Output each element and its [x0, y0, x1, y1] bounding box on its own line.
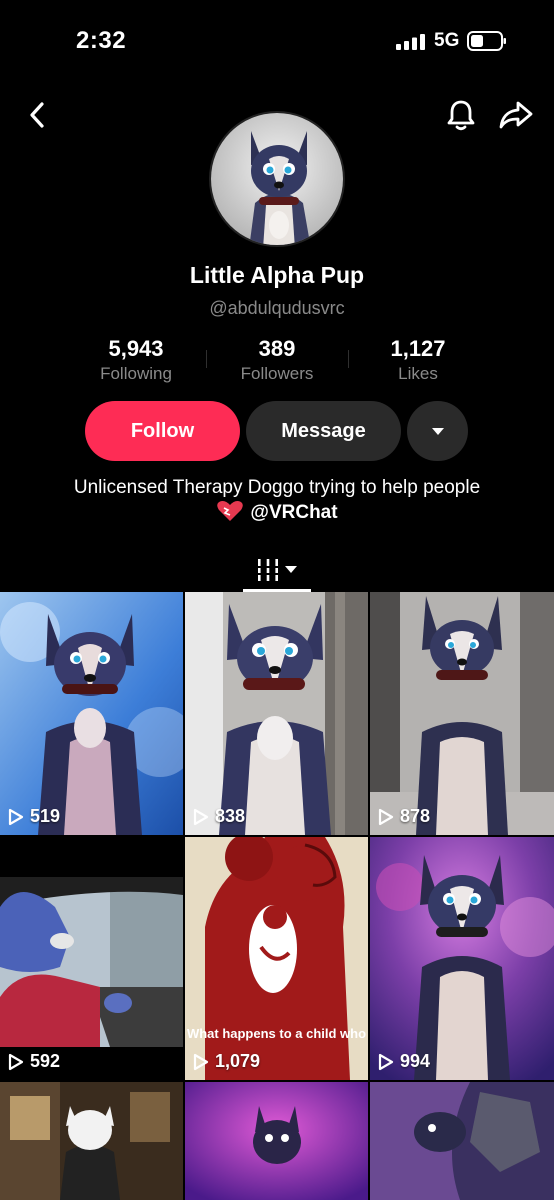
video-preview-image: [370, 1082, 554, 1200]
video-preview-image: [0, 837, 183, 1080]
video-preview-image: [370, 592, 554, 835]
profile-name: Little Alpha Pup: [189, 262, 365, 288]
back-button[interactable]: [22, 98, 52, 132]
caret-down-icon: [431, 427, 444, 435]
play-icon: [378, 1053, 394, 1070]
profile-handle: @abdulqudusvrc: [209, 298, 345, 318]
video-views: 519: [8, 806, 60, 827]
stat-followers-label: Followers: [240, 364, 314, 383]
stat-following-label: Following: [100, 364, 172, 383]
video-thumbnail[interactable]: 592: [0, 837, 183, 1080]
profile-stats: 5,943 Following 389 Followers 1,127 Like…: [0, 336, 554, 388]
video-preview-image: [185, 592, 368, 835]
video-thumbnail[interactable]: 994: [370, 837, 554, 1080]
chevron-left-icon: [30, 102, 44, 128]
avatar-image: [211, 113, 343, 245]
bio-link-line: @VRChat: [0, 500, 554, 525]
video-view-count: 838: [215, 806, 246, 826]
stat-likes-label: Likes: [398, 364, 438, 383]
network-type: 5G: [434, 30, 460, 51]
play-icon: [378, 808, 394, 825]
play-icon: [8, 808, 24, 825]
video-preview-image: [0, 592, 183, 835]
video-thumbnail[interactable]: 519: [0, 592, 183, 835]
video-thumbnail[interactable]: 838: [185, 592, 368, 835]
follow-button[interactable]: Follow: [85, 401, 240, 461]
play-icon: [8, 1053, 24, 1070]
video-views: 994: [378, 1051, 430, 1072]
stat-following-value: 5,943: [108, 336, 164, 361]
signal-icon: [396, 34, 425, 50]
video-thumbnail[interactable]: What happens to a child who 1,079: [185, 837, 368, 1080]
video-view-count: 592: [30, 1051, 61, 1071]
video-views: 1,079: [193, 1051, 260, 1072]
play-icon: [193, 808, 209, 825]
content-tab-bar: [0, 548, 554, 592]
video-view-count: 994: [400, 1051, 431, 1071]
status-time: 2:32: [76, 27, 127, 54]
video-view-count: 519: [30, 806, 61, 826]
stat-likes-value: 1,127: [390, 336, 446, 361]
video-preview-image: [185, 1082, 368, 1200]
video-preview-image: [370, 837, 554, 1080]
play-icon: [193, 1053, 209, 1070]
video-views: 878: [378, 806, 430, 827]
caret-down-icon: [285, 566, 297, 573]
stat-followers[interactable]: 389 Followers: [207, 336, 347, 384]
tab-videos[interactable]: [243, 548, 311, 592]
stat-followers-value: 389: [258, 336, 296, 361]
bio-link[interactable]: @VRChat: [250, 502, 337, 523]
video-grid-icon: [257, 559, 279, 581]
avatar[interactable]: [209, 111, 345, 247]
video-views: 838: [193, 806, 245, 827]
heart-icon: [217, 500, 244, 521]
bell-icon: [447, 100, 475, 131]
battery-icon: [467, 31, 506, 51]
video-preview-image: [185, 837, 368, 1080]
video-caption: What happens to a child who: [186, 1026, 367, 1041]
stat-following[interactable]: 5,943 Following: [66, 336, 206, 384]
more-options-button[interactable]: [407, 401, 468, 461]
video-thumbnail[interactable]: [370, 1082, 554, 1200]
status-bar: 2:32 5G: [0, 0, 554, 80]
video-thumbnail[interactable]: [0, 1082, 183, 1200]
video-view-count: 1,079: [215, 1051, 261, 1071]
video-thumbnail[interactable]: [185, 1082, 368, 1200]
stat-likes[interactable]: 1,127 Likes: [348, 336, 488, 384]
bio-text: Unlicensed Therapy Doggo trying to help …: [73, 477, 481, 498]
video-views: 592: [8, 1051, 60, 1072]
notification-button[interactable]: [444, 97, 478, 133]
profile-bio: Unlicensed Therapy Doggo trying to help …: [0, 475, 554, 525]
video-thumbnail[interactable]: 878: [370, 592, 554, 835]
message-button[interactable]: Message: [246, 401, 401, 461]
share-arrow-icon: [499, 101, 533, 129]
video-view-count: 878: [400, 806, 431, 826]
share-button[interactable]: [498, 98, 534, 132]
video-preview-image: [0, 1082, 183, 1200]
